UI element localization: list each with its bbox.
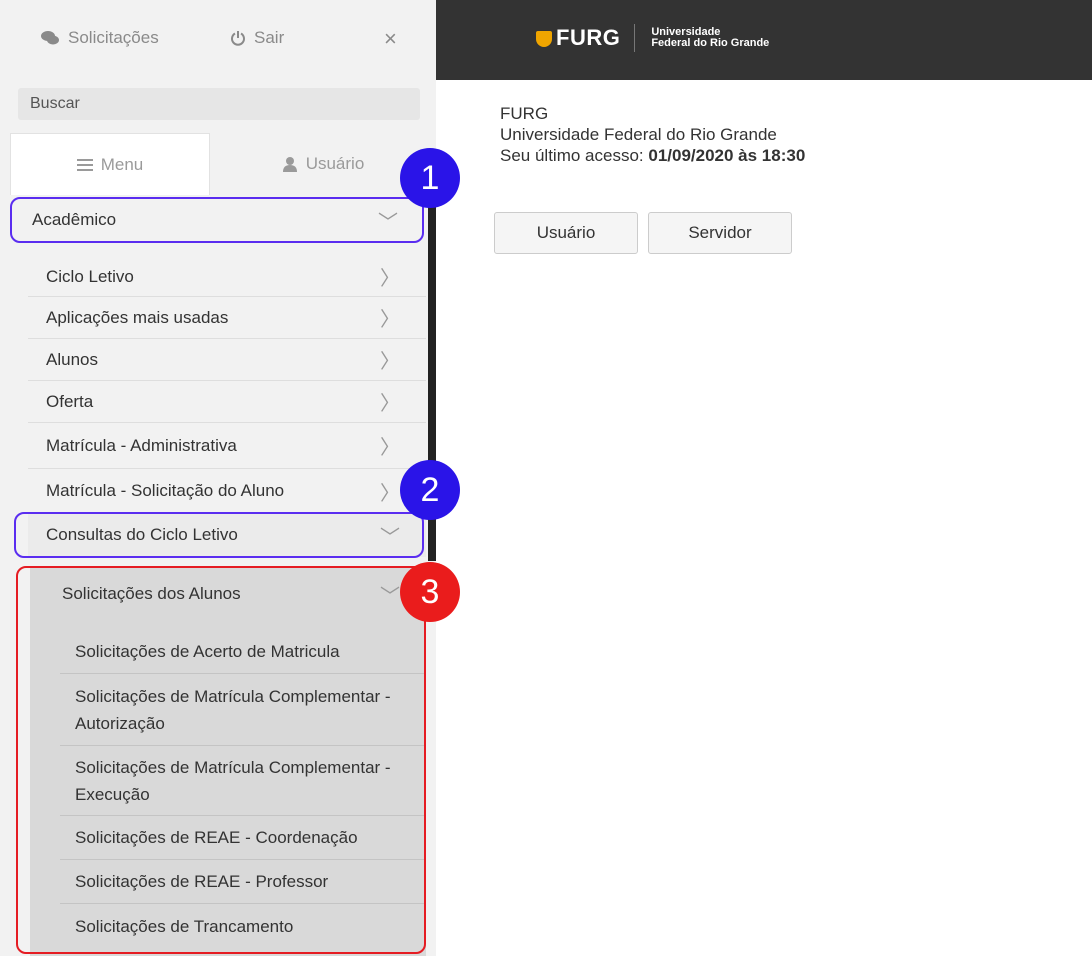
last-access-label: Seu último acesso: <box>500 146 649 165</box>
requests-link[interactable]: Solicitações <box>40 28 159 48</box>
menu-item-aplicacoes[interactable]: Aplicações mais usadas 〉 <box>28 297 426 339</box>
server-profile-button[interactable]: Servidor <box>648 212 792 254</box>
requests-label: Solicitações <box>68 28 159 47</box>
top-header: FURG Universidade Federal do Rio Grande <box>436 0 1092 80</box>
highlight-box-2 <box>14 512 424 558</box>
chat-icon <box>41 31 59 45</box>
page-title: FURG <box>500 104 549 123</box>
menu-item-label: Ciclo Letivo <box>46 266 134 286</box>
menu-item-label: Oferta <box>46 391 94 411</box>
logo-mark-icon <box>536 31 552 47</box>
menu-item-label: Matrícula - Solicitação do Aluno <box>46 481 285 500</box>
highlight-box-3 <box>16 566 426 954</box>
chevron-right-icon: 〉 <box>380 351 400 373</box>
menu-item-label: Alunos <box>46 349 98 369</box>
tab-menu[interactable]: Menu <box>10 133 210 195</box>
menu-item-label: Aplicações mais usadas <box>46 307 229 327</box>
menu-item-alunos[interactable]: Alunos 〉 <box>28 339 426 381</box>
annotation-badge-3: 3 <box>400 562 460 622</box>
logo-sub-line2: Federal do Rio Grande <box>651 37 770 49</box>
power-icon <box>231 31 245 46</box>
sidebar: Solicitações Sair × Menu Usuário <box>0 0 436 956</box>
logo-divider <box>634 24 636 52</box>
hamburger-icon <box>76 158 93 171</box>
main-content: FURG Universidade Federal do Rio Grande … <box>500 104 805 166</box>
profile-buttons: Usuário Servidor <box>494 212 792 254</box>
logo-subtitle: Universidade Federal do Rio Grande <box>651 27 769 49</box>
highlight-box-1 <box>10 197 424 243</box>
chevron-right-icon: 〉 <box>380 309 400 331</box>
logout-label: Sair <box>254 28 285 47</box>
last-access: Seu último acesso: 01/09/2020 às 18:30 <box>500 145 805 166</box>
logo-text: FURG <box>556 25 621 50</box>
user-icon <box>282 157 297 172</box>
logout-link[interactable]: Sair <box>230 28 284 48</box>
last-access-value: 01/09/2020 às 18:30 <box>648 146 806 165</box>
sidebar-topbar: Solicitações Sair × <box>0 0 436 80</box>
search-input[interactable] <box>18 88 420 120</box>
chevron-right-icon: 〉 <box>380 268 400 290</box>
close-icon[interactable]: × <box>384 26 397 52</box>
menu-item-ciclo-letivo[interactable]: Ciclo Letivo 〉 <box>28 257 426 297</box>
chevron-right-icon: 〉 <box>380 437 400 459</box>
menu-item-matricula-admin[interactable]: Matrícula - Administrativa 〉 <box>28 423 426 469</box>
furg-logo[interactable]: FURG Universidade Federal do Rio Grande <box>536 24 769 52</box>
menu-item-label: Matrícula - Administrativa <box>46 435 237 455</box>
page-subtitle: Universidade Federal do Rio Grande <box>500 125 777 144</box>
tab-menu-label: Menu <box>100 154 144 174</box>
user-profile-button[interactable]: Usuário <box>494 212 638 254</box>
menu-item-oferta[interactable]: Oferta 〉 <box>28 381 426 423</box>
sidebar-tabs: Menu Usuário <box>10 133 436 195</box>
chevron-right-icon: 〉 <box>380 393 400 415</box>
menu-item-matricula-solicitacao[interactable]: Matrícula - Solicitação do Aluno 〉 <box>28 469 426 513</box>
annotation-badge-1: 1 <box>400 148 460 208</box>
annotation-badge-2: 2 <box>400 460 460 520</box>
tab-user-label: Usuário <box>305 154 365 173</box>
chevron-right-icon: 〉 <box>380 482 400 505</box>
